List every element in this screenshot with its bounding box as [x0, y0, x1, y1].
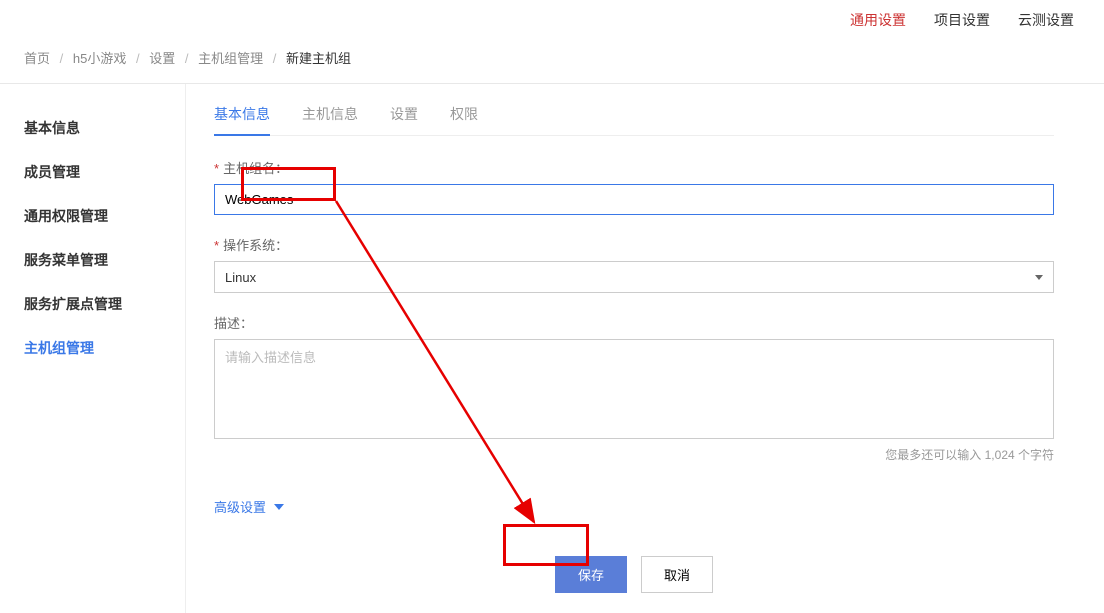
sidebar-item-perm[interactable]: 通用权限管理	[24, 194, 185, 238]
advanced-label: 高级设置	[214, 497, 266, 516]
os-select[interactable]: Linux	[214, 261, 1054, 293]
breadcrumb-separator: /	[273, 51, 277, 66]
topnav-cloud[interactable]: 云测设置	[1018, 10, 1074, 30]
breadcrumb-separator: /	[60, 51, 64, 66]
sidebar: 基本信息 成员管理 通用权限管理 服务菜单管理 服务扩展点管理 主机组管理	[0, 84, 185, 613]
caret-down-icon	[1035, 275, 1043, 280]
breadcrumb-separator: /	[185, 51, 189, 66]
tab-basic[interactable]: 基本信息	[214, 104, 270, 136]
breadcrumb-hostgroup[interactable]: 主机组管理	[198, 51, 263, 66]
tab-hostinfo[interactable]: 主机信息	[302, 104, 358, 135]
advanced-toggle[interactable]: 高级设置	[214, 497, 284, 516]
tab-settings[interactable]: 设置	[390, 104, 418, 135]
sidebar-item-members[interactable]: 成员管理	[24, 150, 185, 194]
os-label: *操作系统：	[214, 235, 1054, 254]
desc-label: 描述：	[214, 313, 1054, 332]
tab-permissions[interactable]: 权限	[450, 104, 478, 135]
os-selected-value: Linux	[225, 270, 256, 285]
top-nav: 通用设置 项目设置 云测设置	[0, 0, 1104, 38]
main-panel: 基本信息 主机信息 设置 权限 *主机组名： *操作系统： Linux 描述： …	[185, 84, 1104, 613]
topnav-project[interactable]: 项目设置	[934, 10, 990, 30]
button-row: 保存 取消	[214, 556, 1054, 593]
breadcrumb-separator: /	[136, 51, 140, 66]
char-count-hint: 您最多还可以输入 1,024 个字符	[214, 446, 1054, 463]
sidebar-item-service-ext[interactable]: 服务扩展点管理	[24, 282, 185, 326]
sidebar-item-service-menu[interactable]: 服务菜单管理	[24, 238, 185, 282]
tabs: 基本信息 主机信息 设置 权限	[214, 104, 1054, 136]
topnav-general[interactable]: 通用设置	[850, 10, 906, 30]
sidebar-item-hostgroup[interactable]: 主机组管理	[24, 326, 185, 370]
required-icon: *	[214, 238, 219, 253]
cancel-button[interactable]: 取消	[641, 556, 713, 593]
chevron-down-icon	[274, 504, 284, 510]
hostgroup-label: *主机组名：	[214, 158, 1054, 177]
breadcrumb-h5[interactable]: h5小游戏	[73, 51, 126, 66]
breadcrumb-settings[interactable]: 设置	[149, 51, 175, 66]
breadcrumb-home[interactable]: 首页	[24, 51, 50, 66]
sidebar-item-basic[interactable]: 基本信息	[24, 106, 185, 150]
breadcrumb-current: 新建主机组	[286, 51, 351, 66]
hostgroup-input[interactable]	[214, 184, 1054, 215]
required-icon: *	[214, 161, 219, 176]
save-button[interactable]: 保存	[555, 556, 627, 593]
breadcrumb: 首页 / h5小游戏 / 设置 / 主机组管理 / 新建主机组	[0, 38, 1104, 84]
desc-textarea[interactable]	[214, 339, 1054, 439]
